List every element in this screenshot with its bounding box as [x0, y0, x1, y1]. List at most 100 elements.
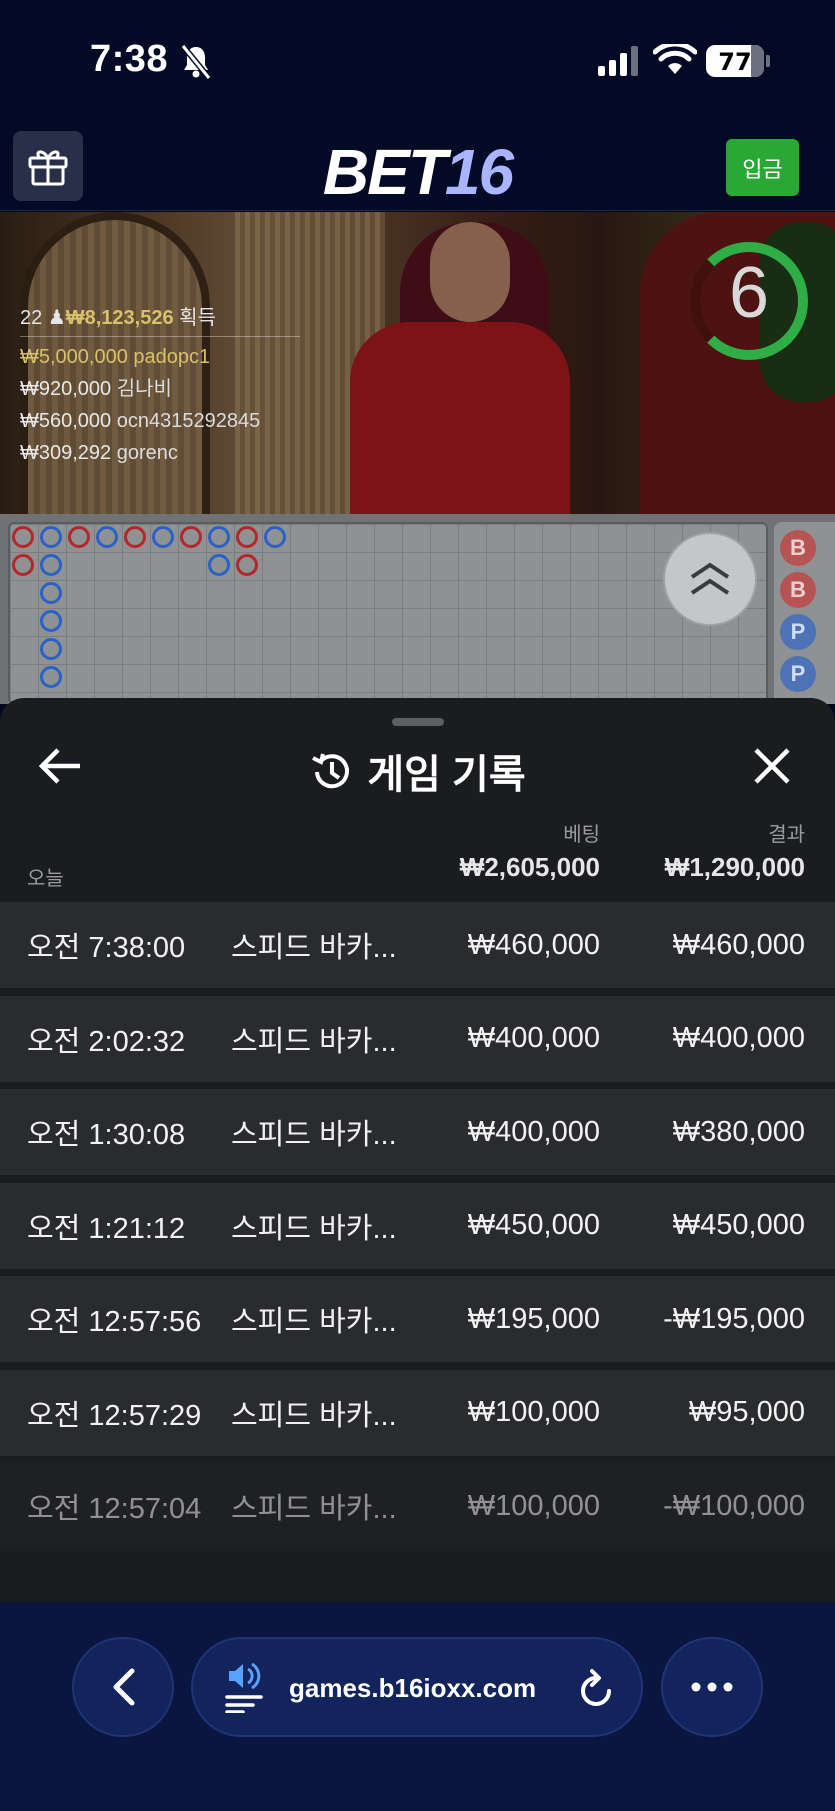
- browser-back-button[interactable]: [72, 1637, 174, 1737]
- ellipsis-icon: [691, 1682, 733, 1692]
- row-game: 스피드 바카...: [231, 1306, 397, 1338]
- player-marker: [40, 526, 62, 548]
- row-game: 스피드 바카...: [231, 1212, 397, 1245]
- wifi-icon: [653, 44, 697, 74]
- player-marker: [40, 638, 62, 660]
- winner-amount: ₩5,000,000: [20, 346, 128, 368]
- side-chip: B: [780, 530, 816, 566]
- deposit-button[interactable]: 입금: [726, 139, 799, 196]
- winner-name: padopc1: [133, 346, 211, 368]
- double-chevron-up-icon: [690, 562, 730, 595]
- side-chip: P: [780, 614, 816, 650]
- player-marker: [264, 526, 286, 548]
- winner-row: ₩5,000,000 padopc1: [20, 341, 320, 373]
- winners-total: ₩8,123,526: [65, 307, 174, 329]
- big-road-column: B B P P: [774, 522, 835, 704]
- row-time: 오전 2:02:32: [27, 1025, 186, 1058]
- row-time: 오전 1:21:12: [27, 1212, 186, 1245]
- bead-road-grid[interactable]: [8, 522, 768, 704]
- winner-name: ocn4315292845: [116, 410, 261, 432]
- today-label: 오늘: [27, 868, 64, 890]
- battery-level: 77: [718, 48, 752, 76]
- sheet-drag-handle[interactable]: [392, 718, 444, 726]
- sheet-title-text: 게임 기록: [367, 753, 526, 797]
- history-row[interactable]: 오전 12:57:29 스피드 바카... ₩100,000 ₩95,000: [0, 1369, 835, 1456]
- logo-text-number: 16: [444, 136, 514, 208]
- row-result: ₩460,000: [672, 928, 805, 961]
- row-time: 오전 12:57:56: [27, 1306, 202, 1338]
- countdown-number: 6: [728, 253, 770, 333]
- address-bar[interactable]: games.b16ioxx.com: [191, 1637, 643, 1737]
- history-row[interactable]: 오전 1:21:12 스피드 바카... ₩450,000 ₩450,000: [0, 1182, 835, 1269]
- history-row[interactable]: 오전 12:57:56 스피드 바카... ₩195,000 -₩195,000: [0, 1276, 835, 1362]
- history-row[interactable]: 오전 1:30:08 스피드 바카... ₩400,000 ₩380,000: [0, 1089, 835, 1175]
- winners-divider: [20, 336, 300, 337]
- game-history-sheet: 게임 기록 베팅 결과 오늘 ₩2,605,000 ₩1,290,000 오전 …: [0, 698, 835, 1602]
- total-result: ₩1,290,000: [664, 852, 805, 882]
- brand-logo[interactable]: BET16: [0, 135, 835, 209]
- player-marker: [40, 666, 62, 688]
- row-time: 오전 1:30:08: [27, 1119, 186, 1151]
- row-time: 오전 12:57:29: [27, 1399, 202, 1432]
- banker-marker: [12, 526, 34, 548]
- winners-count: 22: [20, 307, 43, 329]
- row-bet: ₩460,000: [467, 928, 600, 961]
- row-bet: ₩100,000: [467, 1489, 600, 1522]
- row-bet: ₩195,000: [467, 1302, 600, 1335]
- browser-toolbar: games.b16ioxx.com: [0, 1602, 835, 1811]
- row-result: -₩195,000: [663, 1302, 805, 1335]
- winners-list: 22 ♟₩8,123,526 획득 ₩5,000,000 padopc1 ₩92…: [20, 302, 320, 469]
- logo-text-main: BET: [322, 136, 447, 208]
- status-bar: 7:38 77: [0, 0, 835, 125]
- expand-up-button[interactable]: [663, 532, 757, 626]
- url-text: games.b16ioxx.com: [289, 1673, 537, 1703]
- banker-marker: [236, 554, 258, 576]
- close-icon[interactable]: [752, 746, 792, 786]
- banker-marker: [12, 554, 34, 576]
- winner-amount: ₩560,000: [20, 410, 112, 432]
- winner-row: ₩309,292 gorenc: [20, 437, 320, 469]
- person-icon: ♟: [47, 307, 66, 329]
- history-row[interactable]: 오전 2:02:32 스피드 바카... ₩400,000 ₩400,000: [0, 995, 835, 1082]
- row-game: 스피드 바카...: [231, 1493, 397, 1525]
- row-game: 스피드 바카...: [231, 1025, 397, 1058]
- row-game: 스피드 바카...: [231, 932, 397, 964]
- row-result: ₩450,000: [672, 1209, 805, 1241]
- row-bet: ₩400,000: [467, 1115, 600, 1148]
- winner-row: ₩920,000 김나비: [20, 373, 320, 405]
- row-time: 오전 7:38:00: [27, 932, 186, 964]
- banker-marker: [180, 526, 202, 548]
- player-marker: [152, 526, 174, 548]
- more-options-button[interactable]: [661, 1637, 763, 1737]
- row-time: 오전 12:57:04: [27, 1493, 202, 1525]
- player-marker: [96, 526, 118, 548]
- winner-row: ₩560,000 ocn4315292845: [20, 405, 320, 437]
- live-video[interactable]: 6 22 ♟₩8,123,526 획득 ₩5,000,000 padopc1 ₩…: [0, 212, 835, 514]
- chevron-left-icon: [113, 1668, 135, 1706]
- row-result: ₩95,000: [688, 1396, 805, 1428]
- row-game: 스피드 바카...: [231, 1119, 397, 1151]
- winner-name: 김나비: [116, 378, 172, 400]
- banker-marker: [68, 526, 90, 548]
- column-header-result: 결과: [768, 824, 805, 846]
- column-header-bet: 베팅: [563, 824, 600, 846]
- row-bet: ₩400,000: [467, 1022, 600, 1054]
- banker-marker: [236, 526, 258, 548]
- player-marker: [40, 554, 62, 576]
- winner-name: gorenc: [116, 442, 178, 464]
- player-marker: [208, 554, 230, 576]
- row-bet: ₩450,000: [467, 1209, 600, 1241]
- player-marker: [208, 526, 230, 548]
- battery-icon: 77: [706, 45, 764, 77]
- history-row[interactable]: 오전 12:57:04 스피드 바카... ₩100,000 -₩100,000: [0, 1463, 835, 1549]
- winners-suffix: 획득: [179, 307, 216, 329]
- status-time: 7:38: [90, 38, 169, 80]
- reload-icon[interactable]: [577, 1667, 617, 1711]
- app-header: BET16 입금: [0, 125, 835, 211]
- bell-muted-icon: [180, 44, 212, 80]
- history-row[interactable]: 오전 7:38:00 스피드 바카... ₩460,000 ₩460,000: [0, 902, 835, 988]
- sheet-title: 게임 기록: [0, 742, 835, 800]
- row-result: ₩380,000: [672, 1115, 805, 1148]
- battery-tip: [766, 55, 770, 67]
- winner-amount: ₩920,000: [20, 378, 112, 400]
